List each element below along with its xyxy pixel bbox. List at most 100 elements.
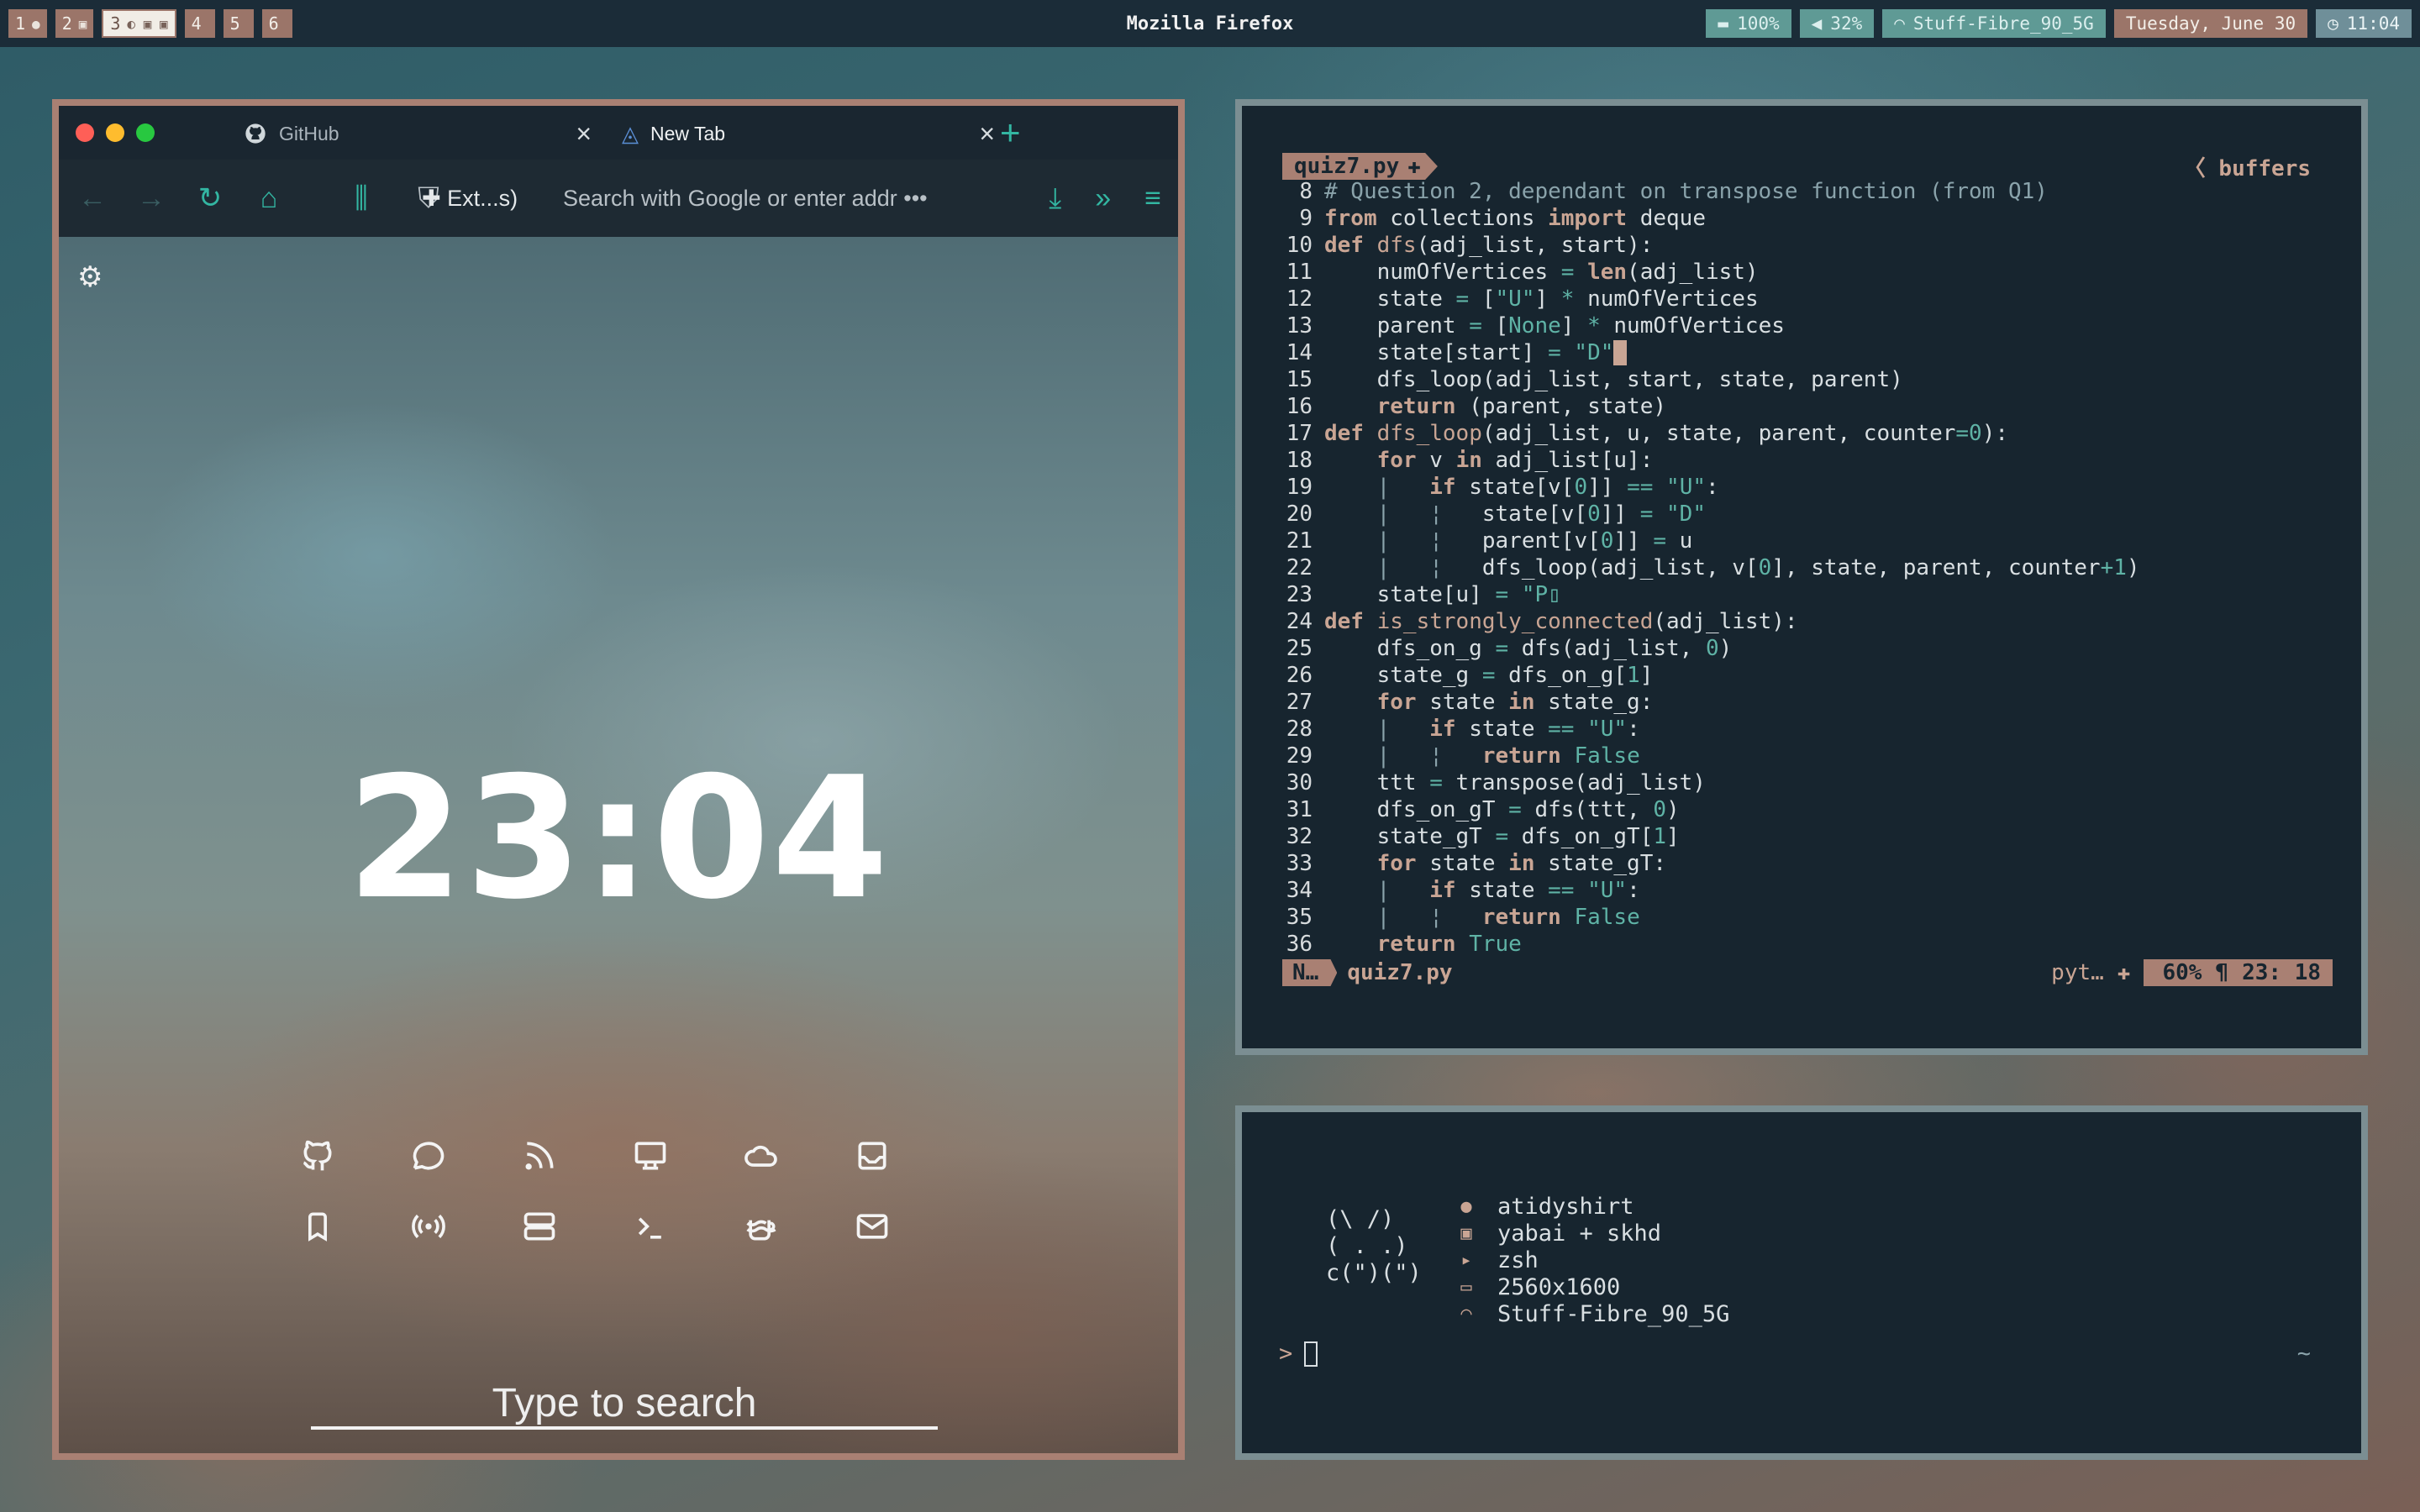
code-line[interactable]: 11 numOfVertices = len(adj_list) [1282,259,2140,286]
forward-button[interactable]: → [129,182,173,215]
mail-icon[interactable] [849,1206,896,1247]
code-area[interactable]: 8 # Question 2, dependant on transpose fu… [1282,178,2140,958]
code-line[interactable]: 24 def is_strongly_connected(adj_list): [1282,608,2140,635]
back-button[interactable]: ← [71,182,114,215]
code-line[interactable]: 23 state[u] = "P▯ [1282,581,2140,608]
code-line[interactable]: 22 | ¦ dfs_loop(adj_list, v[0], state, p… [1282,554,2140,581]
code-line[interactable]: 19 | if state[v[0]] == "U": [1282,474,2140,501]
code-line[interactable]: 35 | ¦ return False [1282,904,2140,931]
wifi-icon: ◠ [1894,13,1905,34]
info-row-resolution: ▭ 2560x1600 [1455,1273,1729,1300]
close-tab-icon[interactable]: × [576,118,592,150]
workspace-5[interactable]: 5 [223,9,254,38]
info-text: Stuff-Fibre_90_5G [1497,1300,1730,1327]
code-line[interactable]: 21 | ¦ parent[v[0]] = u [1282,528,2140,554]
code-line[interactable]: 30 ttt = transpose(adj_list) [1282,769,2140,796]
wifi-icon: ◠ [1460,1303,1472,1325]
gear-icon[interactable]: ⚙ [77,260,103,294]
code-line[interactable]: 16 return (parent, state) [1282,393,2140,420]
rss-icon[interactable] [516,1136,563,1176]
line-text: | ¦ state[v[0]] = "D" [1376,501,1706,527]
code-line[interactable]: 13 parent = [None] * numOfVertices [1282,312,2140,339]
time-status[interactable]: ◷ 11:04 [2316,9,2412,38]
toolbar-right: ⤓ » ≡ [1049,182,1161,215]
search-input[interactable] [311,1379,938,1430]
code-line[interactable]: 32 state_gT = dfs_on_gT[1] [1282,823,2140,850]
code-line[interactable]: 18 for v in adj_list[u]: [1282,447,2140,474]
line-text: state[start] = "D" [1324,339,1628,366]
date-status[interactable]: Tuesday, June 30 [2113,9,2308,38]
workspace-label: 3 [110,13,121,34]
code-line[interactable]: 10 def dfs(adj_list, start): [1282,232,2140,259]
workspace-1[interactable]: 1 ● [8,9,47,38]
bookmark-icon[interactable] [294,1206,341,1247]
buffers-indicator[interactable]: 〈 buffers [2184,151,2311,182]
tab-label: New Tab [650,122,726,144]
volume-status[interactable]: ◀ 32% [1799,9,1875,38]
github-icon[interactable] [294,1136,341,1176]
server-icon[interactable] [516,1206,563,1247]
code-line[interactable]: 29 | ¦ return False [1282,743,2140,769]
download-icon[interactable]: ⤓ [1049,182,1061,215]
terminal-icon: ▣ [78,15,87,32]
workspace-6[interactable]: 6 [261,9,292,38]
cloud-icon[interactable] [738,1136,785,1176]
wifi-status[interactable]: ◠ Stuff-Fibre_90_5G [1882,9,2106,38]
code-line[interactable]: 20 | ¦ state[v[0]] = "D" [1282,501,2140,528]
inbox-icon[interactable] [849,1136,896,1176]
reload-button[interactable]: ↻ [188,181,232,215]
workspace-3[interactable]: 3 ◐ ▣ ▣ [102,9,176,38]
line-number: 17 [1286,421,1313,446]
buffer-tab[interactable]: quiz7.py ✚ [1282,153,1438,180]
coffee-icon[interactable] [738,1206,785,1247]
close-window-button[interactable] [76,123,94,142]
line-number: 24 [1286,609,1313,634]
code-line[interactable]: 9 from collections import deque [1282,205,2140,232]
code-line[interactable]: 25 dfs_on_g = dfs(adj_list, 0) [1282,635,2140,662]
workspace-2[interactable]: 2 ▣ [55,9,94,38]
code-line[interactable]: 14 state[start] = "D" [1282,339,2140,366]
ascii-line: (\ /) [1326,1206,1395,1232]
new-tab-button[interactable]: + [1000,113,1021,153]
code-line[interactable]: 36 return True [1282,931,2140,958]
line-number: 31 [1286,797,1313,822]
minimize-window-button[interactable] [106,123,124,142]
code-line[interactable]: 34 | if state == "U": [1282,877,2140,904]
url-bar[interactable]: Search with Google or enter addr ••• [563,186,928,212]
home-button[interactable]: ⌂ [247,182,291,215]
status-area: ▬ 100% ◀ 32% ◠ Stuff-Fibre_90_5G Tuesday, J… [1706,9,2412,38]
battery-status[interactable]: ▬ 100% [1706,9,1791,38]
code-line[interactable]: 17 def dfs_loop(adj_list, u, state, paren… [1282,420,2140,447]
broadcast-icon[interactable] [405,1206,452,1247]
code-line[interactable]: 28 | if state == "U": [1282,716,2140,743]
line-number: 11 [1286,260,1313,285]
extensions-button[interactable]: ✚ Ext...s) [422,186,518,212]
battery-icon: ▬ [1718,13,1729,34]
window-controls [59,123,227,142]
code-line[interactable]: 12 state = ["U"] * numOfVertices [1282,286,2140,312]
line-text: | ¦ return False [1376,743,1640,769]
hamburger-menu-icon[interactable]: ≡ [1144,182,1161,215]
code-line[interactable]: 27 for state in state_g: [1282,689,2140,716]
workspace-4[interactable]: 4 [184,9,215,38]
code-line[interactable]: 26 state_g = dfs_on_g[1] [1282,662,2140,689]
shell-prompt[interactable]: > [1279,1341,1318,1367]
code-line[interactable]: 15 dfs_loop(adj_list, start, state, pare… [1282,366,2140,393]
zoom-window-button[interactable] [136,123,155,142]
tab-github[interactable]: GitHub × [244,114,605,153]
overflow-icon[interactable]: » [1095,182,1111,215]
terminal-window[interactable]: (\ /)( . .) c(")(") ● atidyshirt ▣ yabai + … [1235,1105,2368,1460]
monitor-icon[interactable] [627,1136,674,1176]
close-tab-icon[interactable]: × [979,118,995,150]
terminal-icon[interactable] [627,1206,674,1247]
code-line[interactable]: 8 # Question 2, dependant on transpose fu… [1282,178,2140,205]
code-line[interactable]: 31 dfs_on_gT = dfs(ttt, 0) [1282,796,2140,823]
tab-new-tab[interactable]: ◬ New Tab × [622,114,1008,153]
chat-icon[interactable] [405,1136,452,1176]
page-actions-icon[interactable]: ••• [903,186,927,211]
code-line[interactable]: 33 for state in state_gT: [1282,850,2140,877]
line-number: 20 [1286,501,1313,527]
line-text: state = ["U"] * numOfVertices [1324,286,1759,312]
terminal-cursor [1304,1341,1318,1367]
library-button[interactable]: ⫼ [339,182,383,215]
